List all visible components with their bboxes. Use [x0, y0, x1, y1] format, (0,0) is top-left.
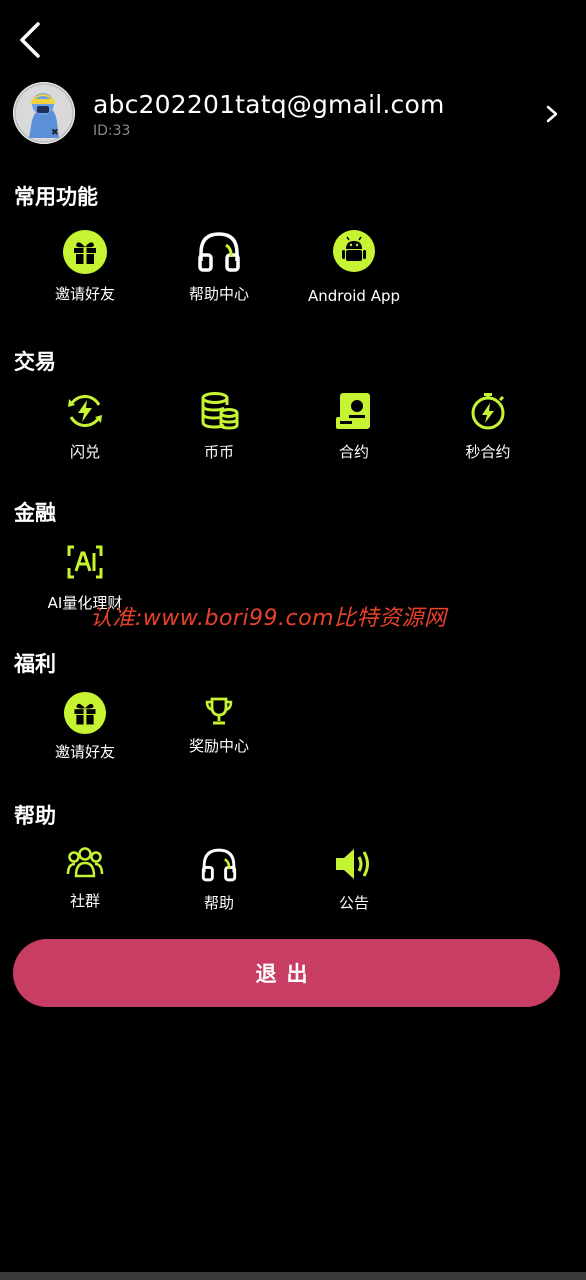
community-icon	[66, 847, 104, 878]
profile-row[interactable]: ✖ abc202201tatq@gmail.com ID:33	[13, 82, 573, 148]
section-title-welfare: 福利	[14, 652, 56, 676]
svg-text:✖: ✖	[51, 128, 59, 138]
trade-flash-label: 闪兑	[69, 443, 100, 461]
common-android-label: Android App	[307, 287, 401, 305]
trade-second-contract-label: 秒合约	[465, 443, 511, 461]
headphones-icon	[198, 232, 240, 272]
trade-second-contract[interactable]: 秒合约	[421, 391, 555, 462]
gift-icon	[63, 230, 107, 274]
flash-swap-icon	[68, 395, 102, 427]
help-announcement-label: 公告	[338, 894, 369, 912]
speaker-icon	[336, 849, 369, 879]
trophy-icon	[205, 697, 233, 725]
common-help-label: 帮助中心	[188, 285, 249, 303]
help-announcement[interactable]: 公告	[287, 846, 421, 913]
welfare-reward-label: 奖励中心	[188, 737, 249, 755]
common-invite-friends[interactable]: 邀请好友	[18, 229, 152, 304]
section-title-finance: 金融	[14, 501, 56, 525]
bottom-divider	[0, 1272, 586, 1280]
welfare-reward-center[interactable]: 奖励中心	[152, 695, 286, 756]
help-community[interactable]: 社群	[18, 846, 152, 911]
back-button[interactable]	[14, 20, 50, 60]
trade-contract-label: 合约	[338, 443, 369, 461]
avatar[interactable]: ✖	[13, 82, 75, 144]
help-help[interactable]: 帮助	[152, 846, 286, 913]
stopwatch-icon	[471, 393, 505, 430]
ai-icon	[67, 545, 103, 579]
watermark-text: 认准:www.bori99.com比特资源网	[90, 606, 447, 631]
common-help-center[interactable]: 帮助中心	[152, 229, 286, 304]
trade-spot-label: 币币	[203, 443, 234, 461]
help-help-label: 帮助	[203, 894, 234, 912]
coins-icon	[201, 392, 239, 430]
headphones-icon	[201, 848, 237, 882]
trade-contract[interactable]: 合约	[287, 391, 421, 462]
common-android-app[interactable]: Android App	[287, 229, 421, 305]
welfare-invite-friends[interactable]: 邀请好友	[18, 691, 152, 762]
chevron-right-icon	[546, 105, 558, 123]
common-invite-label: 邀请好友	[54, 285, 115, 303]
gift-icon	[63, 691, 107, 735]
help-community-label: 社群	[69, 892, 100, 910]
section-title-trade: 交易	[14, 350, 56, 374]
trade-spot[interactable]: 币币	[152, 391, 286, 462]
user-id: ID:33	[93, 123, 131, 139]
chevron-left-icon	[20, 22, 40, 58]
user-email: abc202201tatq@gmail.com	[93, 90, 445, 119]
trade-flash-swap[interactable]: 闪兑	[18, 391, 152, 462]
welfare-invite-label: 邀请好友	[54, 743, 115, 761]
contract-icon	[336, 393, 370, 429]
android-icon	[333, 230, 375, 272]
logout-button[interactable]: 退出	[13, 939, 560, 1007]
section-title-common: 常用功能	[14, 185, 98, 209]
section-title-help: 帮助	[14, 804, 56, 828]
